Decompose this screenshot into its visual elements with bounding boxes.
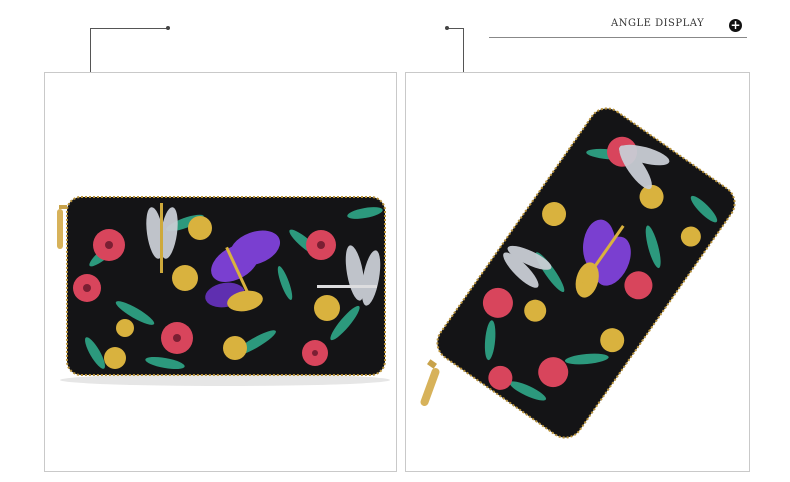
callout-dot-left bbox=[166, 26, 170, 30]
product-photo-front bbox=[44, 72, 397, 472]
callout-line-left-horizontal bbox=[90, 28, 168, 29]
angle-display-label: ANGLE DISPLAY bbox=[611, 18, 705, 29]
header-divider bbox=[489, 37, 747, 38]
callout-line-right-vertical bbox=[463, 28, 464, 72]
wallet-front-illustration bbox=[57, 196, 390, 386]
callout-line-left-vertical bbox=[90, 28, 91, 72]
plus-circle-icon[interactable]: + bbox=[729, 19, 742, 32]
product-photo-angled bbox=[405, 72, 750, 472]
callout-dot-right bbox=[445, 26, 449, 30]
wallet-angled-illustration bbox=[420, 107, 736, 439]
callout-line-right-horizontal bbox=[447, 28, 463, 29]
